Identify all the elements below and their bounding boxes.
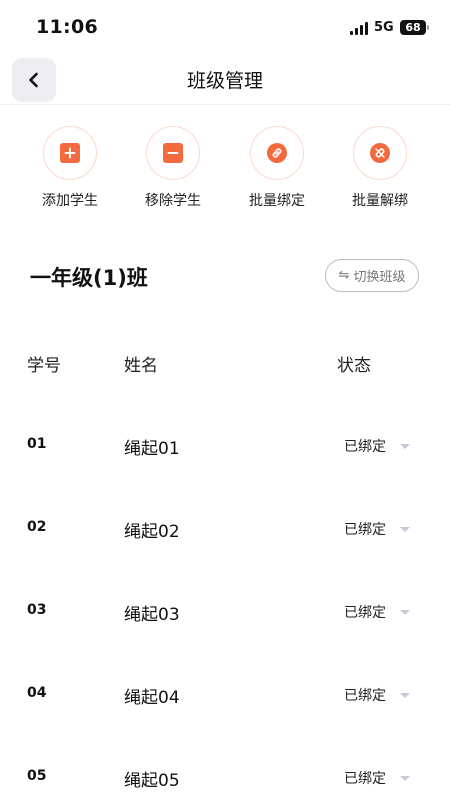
add-student-circle bbox=[43, 126, 97, 180]
batch-bind-circle bbox=[250, 126, 304, 180]
link-icon bbox=[267, 143, 287, 163]
student-number: 01 bbox=[27, 436, 47, 452]
header-number: 学号 bbox=[27, 356, 61, 376]
table-row: 05 绳起05 已绑定 bbox=[0, 760, 450, 800]
table-row: 04 绳起04 已绑定 bbox=[0, 677, 450, 717]
student-name: 绳起05 bbox=[124, 771, 180, 791]
remove-student-button[interactable]: 移除学生 bbox=[123, 126, 223, 210]
batch-unbind-label: 批量解绑 bbox=[352, 193, 408, 209]
caret-down-icon bbox=[400, 609, 410, 615]
swap-icon: ⇋ bbox=[338, 268, 350, 283]
nav-bar: 班级管理 bbox=[0, 56, 450, 104]
student-number: 05 bbox=[27, 768, 47, 784]
status-text: 已绑定 bbox=[344, 605, 386, 621]
caret-down-icon bbox=[400, 775, 410, 781]
class-name: 一年级(1)班 bbox=[30, 266, 148, 290]
unlink-icon bbox=[370, 143, 390, 163]
table-row: 01 绳起01 已绑定 bbox=[0, 428, 450, 468]
status-dropdown[interactable]: 已绑定 bbox=[344, 677, 420, 713]
student-name: 绳起01 bbox=[124, 439, 180, 459]
switch-class-label: 切换班级 bbox=[353, 270, 406, 285]
table-row: 03 绳起03 已绑定 bbox=[0, 594, 450, 634]
batch-bind-button[interactable]: 批量绑定 bbox=[227, 126, 327, 210]
status-text: 已绑定 bbox=[344, 522, 386, 538]
status-dropdown[interactable]: 已绑定 bbox=[344, 428, 420, 464]
add-student-button[interactable]: 添加学生 bbox=[20, 126, 120, 210]
batch-bind-label: 批量绑定 bbox=[249, 193, 305, 209]
batch-unbind-circle bbox=[353, 126, 407, 180]
student-name: 绳起03 bbox=[124, 605, 180, 625]
minus-icon bbox=[163, 143, 183, 163]
status-dropdown[interactable]: 已绑定 bbox=[344, 760, 420, 796]
remove-student-circle bbox=[146, 126, 200, 180]
caret-down-icon bbox=[400, 443, 410, 449]
switch-class-button[interactable]: ⇋ 切换班级 bbox=[325, 259, 419, 292]
batch-unbind-button[interactable]: 批量解绑 bbox=[330, 126, 430, 210]
page-title: 班级管理 bbox=[186, 70, 263, 92]
student-number: 03 bbox=[27, 602, 47, 618]
nav-divider bbox=[0, 104, 450, 105]
caret-down-icon bbox=[400, 692, 410, 698]
table-row: 02 绳起02 已绑定 bbox=[0, 511, 450, 551]
battery-tip bbox=[427, 25, 429, 30]
action-bar: 添加学生 移除学生 批量绑定 批量解绑 bbox=[0, 126, 450, 216]
remove-student-label: 移除学生 bbox=[145, 193, 201, 209]
status-text: 已绑定 bbox=[344, 439, 386, 455]
battery-icon: 68 bbox=[400, 20, 426, 35]
plus-icon bbox=[60, 143, 80, 163]
status-time: 11:06 bbox=[36, 16, 98, 38]
status-text: 已绑定 bbox=[344, 771, 386, 787]
header-name: 姓名 bbox=[124, 356, 158, 376]
student-number: 04 bbox=[27, 685, 47, 701]
status-dropdown[interactable]: 已绑定 bbox=[344, 594, 420, 630]
student-number: 02 bbox=[27, 519, 47, 535]
network-label: 5G bbox=[374, 20, 394, 35]
signal-icon bbox=[350, 22, 370, 35]
add-student-label: 添加学生 bbox=[42, 193, 98, 209]
status-text: 已绑定 bbox=[344, 688, 386, 704]
caret-down-icon bbox=[400, 526, 410, 532]
status-bar: 11:06 5G 68 bbox=[0, 0, 450, 56]
status-dropdown[interactable]: 已绑定 bbox=[344, 511, 420, 547]
student-name: 绳起02 bbox=[124, 522, 180, 542]
header-status: 状态 bbox=[337, 356, 371, 376]
student-name: 绳起04 bbox=[124, 688, 180, 708]
